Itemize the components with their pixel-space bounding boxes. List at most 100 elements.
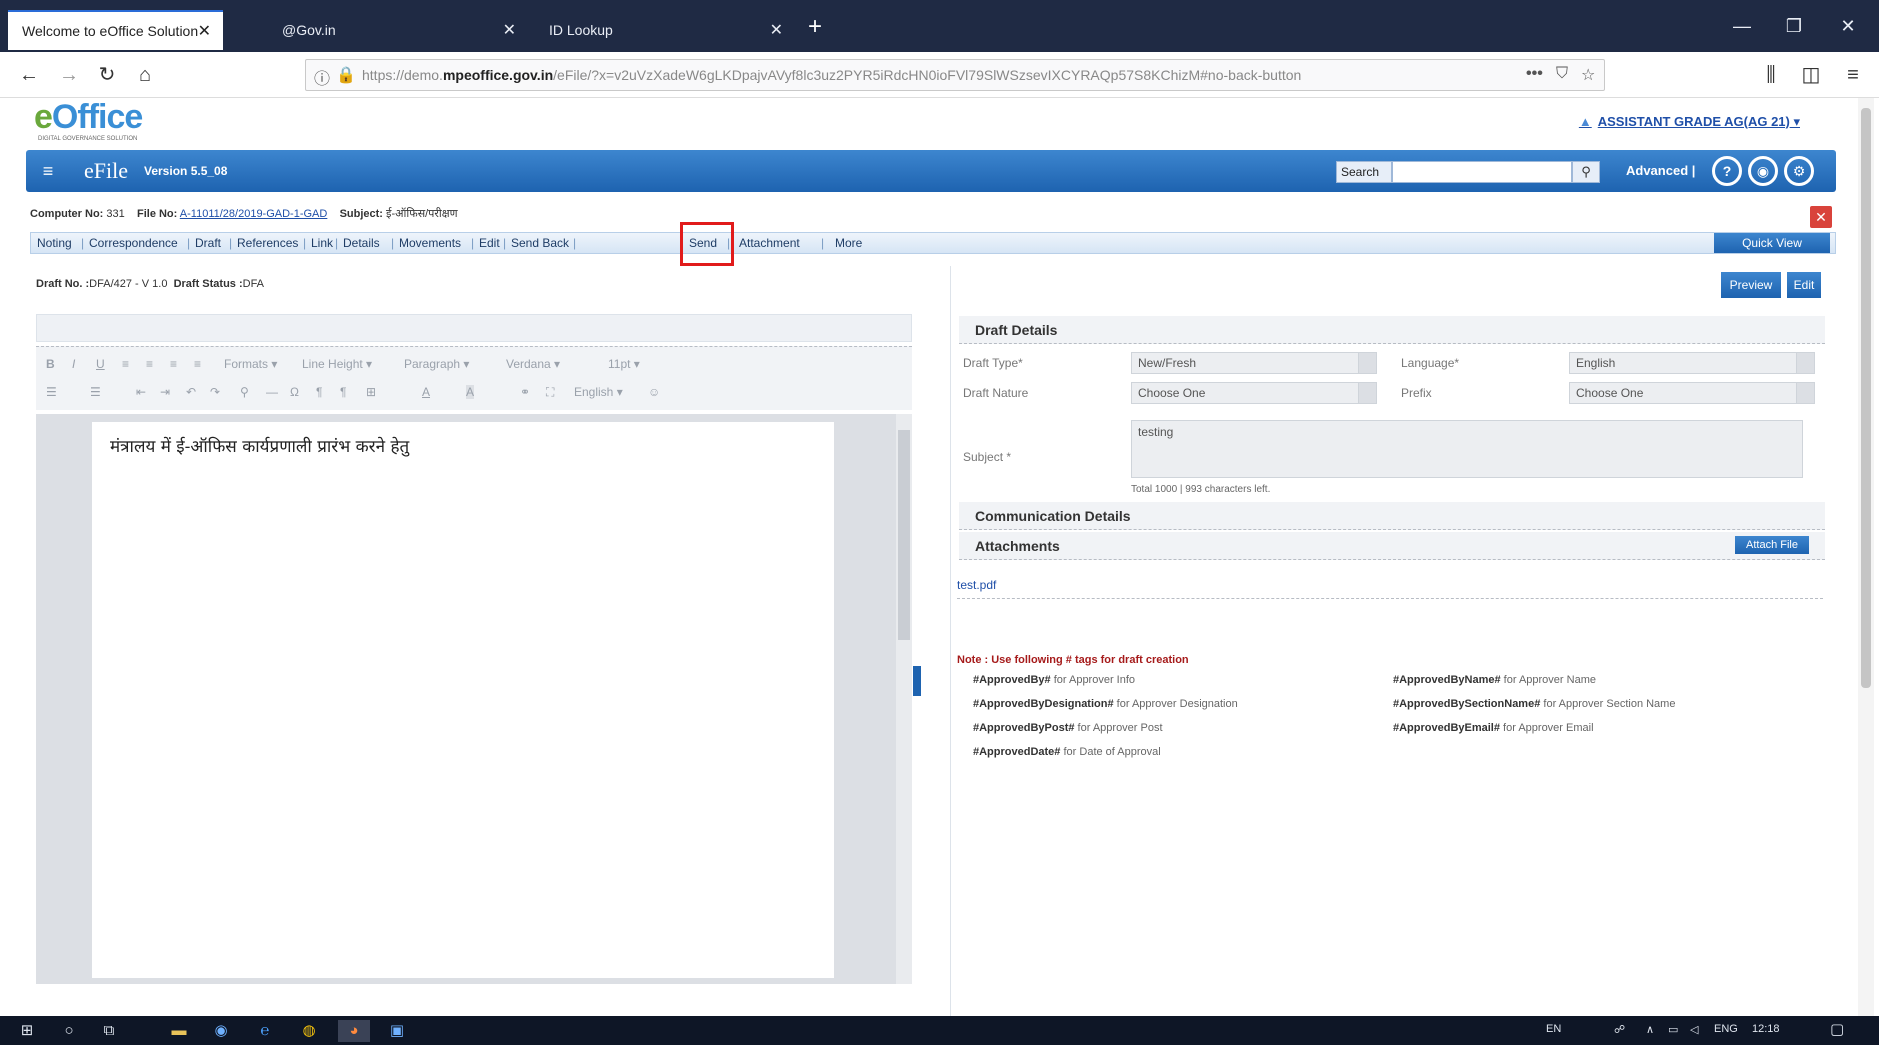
settings-icon[interactable]: ⚙: [1784, 156, 1814, 186]
close-icon[interactable]: ✕: [770, 20, 783, 40]
language-select[interactable]: English: [1569, 352, 1815, 374]
menu-attachment[interactable]: Attachment: [739, 236, 800, 250]
highlight-color-icon[interactable]: A: [466, 385, 475, 399]
menu-icon[interactable]: ≡: [1838, 60, 1868, 90]
help-icon[interactable]: ?: [1712, 156, 1742, 186]
text-color-icon[interactable]: A: [422, 385, 430, 399]
menu-draft[interactable]: Draft: [195, 236, 221, 250]
forward-icon[interactable]: →: [54, 60, 84, 90]
pocket-icon[interactable]: ⛉: [1556, 65, 1568, 83]
firefox-icon[interactable]: ◕: [338, 1020, 370, 1042]
menu-movements[interactable]: Movements: [399, 236, 461, 250]
advanced-search-link[interactable]: Advanced |: [1626, 163, 1695, 178]
find-icon[interactable]: ⚲: [240, 385, 249, 399]
chevron-up-icon[interactable]: ∧: [1646, 1023, 1654, 1036]
window-close-button[interactable]: ✕: [1826, 8, 1870, 44]
align-center-icon[interactable]: ≡: [146, 357, 153, 371]
line-height-dropdown[interactable]: Line Height ▾: [302, 357, 372, 371]
menu-edit[interactable]: Edit: [479, 236, 500, 250]
close-file-icon[interactable]: ✕: [1810, 206, 1832, 228]
draft-type-select[interactable]: New/Fresh: [1131, 352, 1377, 374]
hamburger-menu-icon[interactable]: ≡: [36, 160, 60, 182]
horizontal-rule-icon[interactable]: —: [266, 385, 278, 399]
reload-icon[interactable]: ↻: [92, 60, 122, 90]
quick-view-button[interactable]: Quick View: [1714, 233, 1830, 253]
outdent-icon[interactable]: ⇤: [136, 385, 146, 399]
file-number-link[interactable]: A-11011/28/2019-GAD-1-GAD: [180, 208, 328, 220]
action-center-icon[interactable]: ▢: [1830, 1020, 1844, 1038]
browser-tab-idlookup[interactable]: ID Lookup ✕: [535, 10, 795, 50]
editor-scrollbar[interactable]: [896, 414, 912, 984]
volume-icon[interactable]: ◁: [1690, 1023, 1698, 1036]
prefix-select[interactable]: Choose One: [1569, 382, 1815, 404]
close-icon[interactable]: ✕: [503, 20, 516, 40]
align-justify-icon[interactable]: ≡: [194, 357, 201, 371]
tray-keyboard-lang[interactable]: ENG: [1714, 1023, 1738, 1035]
attach-file-button[interactable]: Attach File: [1735, 536, 1809, 554]
browser-icon[interactable]: ◉: [208, 1020, 234, 1042]
url-bar[interactable]: ⓘ 🔒 https://demo.mpeoffice.gov.in/eFile/…: [305, 59, 1605, 91]
editor-content[interactable]: मंत्रालय में ई-ऑफिस कार्यप्रणाली प्रारंभ…: [110, 434, 409, 457]
numbered-list-icon[interactable]: ☰: [90, 385, 101, 399]
page-scrollbar[interactable]: [1858, 98, 1874, 1016]
people-icon[interactable]: ☍: [1614, 1023, 1625, 1036]
chrome-icon[interactable]: ◍: [296, 1020, 322, 1042]
browser-tab-gov[interactable]: @Gov.in ✕: [268, 10, 528, 50]
font-family-dropdown[interactable]: Verdana ▾: [506, 357, 560, 371]
menu-send-back[interactable]: Send Back: [511, 236, 569, 250]
file-explorer-icon[interactable]: ▬: [166, 1020, 192, 1042]
sidebar-icon[interactable]: ◫: [1796, 60, 1826, 90]
editor-page[interactable]: मंत्रालय में ई-ऑफिस कार्यप्रणाली प्रारंभ…: [92, 422, 834, 978]
formats-dropdown[interactable]: Formats ▾: [224, 357, 277, 371]
menu-correspondence[interactable]: Correspondence: [89, 236, 178, 250]
notifications-icon[interactable]: ◉: [1748, 156, 1778, 186]
section-communication-details[interactable]: Communication Details: [959, 502, 1825, 530]
bullet-list-icon[interactable]: ☰: [46, 385, 57, 399]
panel-splitter-handle[interactable]: [913, 666, 921, 696]
align-left-icon[interactable]: ≡: [122, 357, 129, 371]
special-char-icon[interactable]: Ω: [290, 385, 299, 399]
link-icon[interactable]: ⚭: [520, 385, 530, 399]
restore-button[interactable]: ❐: [1772, 8, 1816, 44]
back-icon[interactable]: ←: [14, 60, 44, 90]
home-icon[interactable]: ⌂: [130, 60, 160, 90]
network-icon[interactable]: ▭: [1668, 1023, 1678, 1036]
attachment-link[interactable]: test.pdf: [957, 578, 996, 592]
user-menu[interactable]: ▲ ASSISTANT GRADE AG(AG 21) ▾: [1579, 114, 1800, 130]
underline-icon[interactable]: U: [96, 357, 105, 371]
fullscreen-icon[interactable]: ⛶: [546, 385, 554, 400]
paragraph-dropdown[interactable]: Paragraph ▾: [404, 357, 469, 371]
windows-start-icon[interactable]: ⊞: [14, 1020, 40, 1042]
library-icon[interactable]: ⫼: [1756, 60, 1786, 90]
italic-icon[interactable]: I: [72, 357, 75, 371]
bold-icon[interactable]: B: [46, 357, 55, 371]
menu-link[interactable]: Link: [311, 236, 333, 250]
redo-icon[interactable]: ↷: [210, 385, 220, 399]
bookmark-star-icon[interactable]: ☆: [1581, 65, 1595, 85]
edit-button[interactable]: Edit: [1787, 272, 1821, 298]
paragraph-rtl-icon[interactable]: ¶: [340, 385, 346, 399]
undo-icon[interactable]: ↶: [186, 385, 196, 399]
new-tab-button[interactable]: +: [800, 12, 830, 42]
indent-icon[interactable]: ⇥: [160, 385, 170, 399]
subject-textarea[interactable]: testing: [1131, 420, 1803, 478]
font-size-dropdown[interactable]: 11pt ▾: [608, 357, 640, 371]
clock[interactable]: 12:18: [1752, 1023, 1780, 1035]
menu-details[interactable]: Details: [343, 236, 380, 250]
language-dropdown[interactable]: English ▾: [574, 385, 623, 399]
cortana-search-icon[interactable]: ○: [56, 1020, 82, 1042]
draft-nature-select[interactable]: Choose One: [1131, 382, 1377, 404]
align-right-icon[interactable]: ≡: [170, 357, 177, 371]
more-actions-icon[interactable]: •••: [1526, 65, 1543, 83]
menu-more[interactable]: More: [835, 236, 862, 250]
browser-tab-eoffice[interactable]: Welcome to eOffice Solution ✕: [8, 10, 223, 50]
menu-references[interactable]: References: [237, 236, 298, 250]
page-scroll-thumb[interactable]: [1861, 108, 1871, 688]
search-icon[interactable]: ⚲: [1572, 161, 1600, 183]
emoticon-icon[interactable]: ☺: [648, 385, 660, 399]
preview-button[interactable]: Preview: [1721, 272, 1781, 298]
menu-noting[interactable]: Noting: [37, 236, 72, 250]
paragraph-ltr-icon[interactable]: ¶: [316, 385, 322, 399]
edge-icon[interactable]: ℮: [252, 1020, 278, 1042]
close-icon[interactable]: ✕: [198, 21, 211, 41]
